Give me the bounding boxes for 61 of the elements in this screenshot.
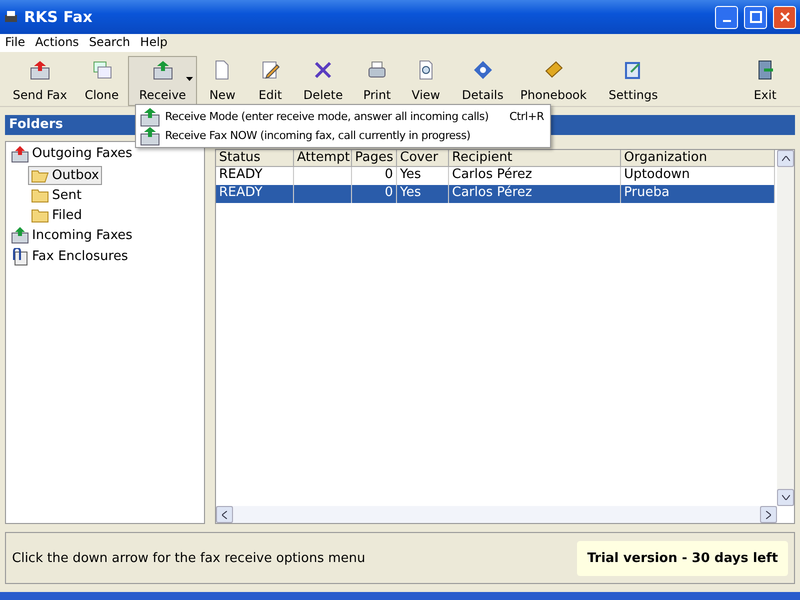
column-header[interactable]: Status xyxy=(216,150,294,167)
horizontal-scrollbar[interactable] xyxy=(216,506,777,523)
scroll-right-icon[interactable] xyxy=(766,510,771,518)
folder-tree-item[interactable]: Outgoing Faxes xyxy=(8,144,136,163)
vertical-scrollbar[interactable] xyxy=(777,150,794,506)
column-header[interactable]: Organization xyxy=(621,150,775,167)
toolbar-button[interactable]: New xyxy=(199,56,246,106)
toolbar-button[interactable]: Settings xyxy=(592,56,674,106)
table-cell: Carlos Pérez xyxy=(449,185,621,203)
close-button[interactable] xyxy=(773,6,796,28)
table-cell: READY xyxy=(216,185,294,203)
close-icon xyxy=(778,11,790,23)
folder-tree-item[interactable]: Incoming Faxes xyxy=(8,226,136,244)
column-header[interactable]: Recipient xyxy=(449,150,621,167)
fax-receive-icon xyxy=(139,124,161,146)
toolbar-button[interactable]: Print xyxy=(353,56,401,106)
toolbar-button[interactable]: Phonebook xyxy=(516,56,590,106)
folder-icon xyxy=(31,168,49,182)
maximize-button[interactable] xyxy=(744,6,767,28)
toolbar-button[interactable]: Receive xyxy=(128,56,198,106)
menu-item[interactable]: Help xyxy=(135,34,173,52)
table-cell xyxy=(294,185,352,203)
status-message: Click the down arrow for the fax receive options menu xyxy=(12,550,366,566)
copy-icon xyxy=(90,59,113,81)
column-header[interactable]: Pages xyxy=(352,150,397,167)
menu-item[interactable]: File xyxy=(0,34,30,52)
caret-icon[interactable] xyxy=(186,77,194,81)
toolbar-button[interactable]: Exit xyxy=(676,56,796,106)
table-cell: Prueba xyxy=(621,185,775,203)
trial-notice: Trial version - 30 days left xyxy=(577,540,788,576)
scroll-left-icon[interactable] xyxy=(222,510,227,518)
scroll-down-icon[interactable] xyxy=(782,495,790,500)
folder-icon xyxy=(31,208,49,222)
fax-receive-icon xyxy=(139,106,161,128)
fax-receive-icon xyxy=(152,59,174,81)
fax-machine-icon xyxy=(4,10,18,24)
folder-tree-item[interactable]: Outbox xyxy=(28,166,102,184)
minimize-button[interactable] xyxy=(715,6,738,28)
info-icon xyxy=(472,59,494,81)
table-cell: 0 xyxy=(352,185,397,203)
toolbar-button[interactable]: Clone xyxy=(78,56,126,106)
paperclip-icon xyxy=(11,248,29,266)
column-header[interactable]: Cover xyxy=(397,150,449,167)
folder-icon xyxy=(31,188,49,202)
column-header[interactable]: Attempt xyxy=(294,150,352,167)
toolbar-button[interactable]: Delete xyxy=(295,56,352,106)
table-cell: Yes xyxy=(397,167,449,185)
window-title: RKS Fax xyxy=(24,8,94,26)
fax-tray-icon xyxy=(11,226,29,244)
fax-tray-icon xyxy=(11,144,29,162)
toolbar-button[interactable]: Send Fax xyxy=(4,56,76,106)
maximize-icon xyxy=(750,11,762,23)
table-cell: Yes xyxy=(397,185,449,203)
menu-item[interactable]: Actions xyxy=(30,34,84,52)
folder-tree-item[interactable]: Fax Enclosures xyxy=(8,247,132,266)
minimize-icon xyxy=(722,20,730,22)
folder-tree-item[interactable]: Sent xyxy=(28,186,85,204)
menu-item[interactable]: Search xyxy=(84,34,136,52)
scroll-up-icon[interactable] xyxy=(782,156,790,161)
folder-tree-item[interactable]: Filed xyxy=(28,206,86,224)
fax-send-icon xyxy=(28,59,51,81)
